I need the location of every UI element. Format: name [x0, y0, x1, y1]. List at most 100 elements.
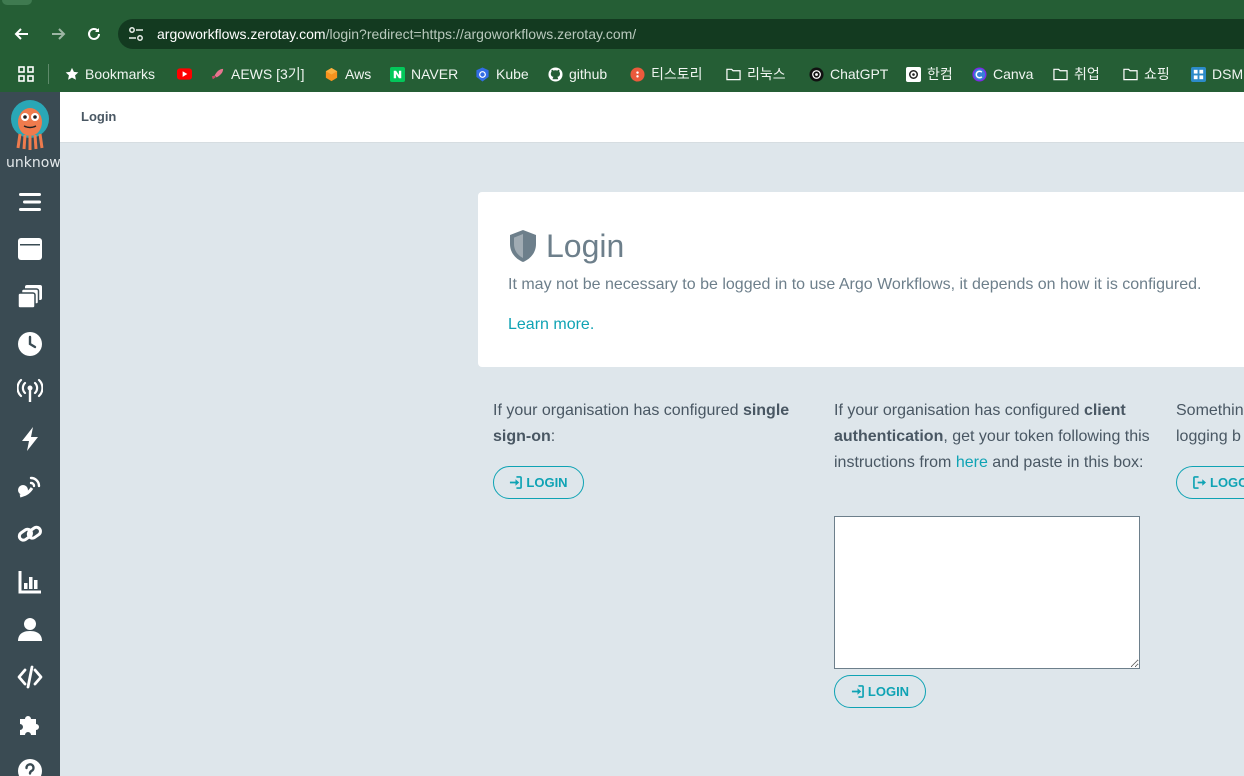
bookmark-naver[interactable]: NAVER	[390, 62, 458, 86]
plugins-icon[interactable]	[15, 709, 45, 739]
bookmark-label: github	[569, 66, 608, 82]
client-auth-text-prefix: If your organisation has configured	[834, 402, 1084, 419]
login-description: It may not be necessary to be logged in …	[508, 276, 1202, 293]
site-settings-icon[interactable]	[128, 26, 144, 42]
logout-label: LOGO	[1210, 475, 1244, 490]
back-button[interactable]	[9, 21, 35, 47]
links-icon[interactable]	[15, 519, 45, 549]
bookmark-label: Kube	[496, 66, 529, 82]
youtube-icon	[177, 67, 192, 82]
breadcrumb: Login	[81, 109, 117, 124]
bookmark-github[interactable]: github	[548, 62, 607, 86]
bookmark-bookmarks[interactable]: Bookmarks	[64, 62, 155, 86]
bookmark-label: ChatGPT	[830, 66, 889, 82]
reports-icon[interactable]	[15, 567, 45, 597]
token-login-label: LOGIN	[867, 684, 910, 699]
bookmark-dsm[interactable]: DSM	[1191, 62, 1243, 86]
bookmark-kube[interactable]: Kube	[475, 62, 529, 86]
url-path: /login?redirect=https://argoworkflows.ze…	[325, 26, 637, 42]
page-title: Login	[546, 228, 625, 264]
aws-icon	[324, 67, 339, 82]
workflows-icon[interactable]	[15, 234, 45, 264]
sso-text-suffix: :	[550, 428, 556, 445]
bookmarks-divider	[48, 64, 49, 84]
menu-icon[interactable]	[15, 187, 45, 217]
rocket-icon	[210, 67, 225, 82]
token-textarea[interactable]	[834, 516, 1140, 669]
logout-button[interactable]: LOGO	[1176, 466, 1244, 499]
app-topbar: Login	[60, 92, 1244, 143]
bookmark-aws[interactable]: Aws	[324, 62, 371, 86]
active-tab[interactable]	[0, 0, 1244, 12]
bookmark-folder-shopping[interactable]: 쇼핑	[1123, 62, 1170, 86]
browser-tab-strip	[0, 0, 1244, 12]
bookmark-hancom[interactable]: 한컴	[906, 62, 953, 86]
apps-grid-icon[interactable]	[18, 66, 34, 82]
bookmark-canva[interactable]: Canva	[972, 62, 1033, 86]
sso-login-button[interactable]: LOGIN	[493, 466, 584, 499]
argo-logo-icon[interactable]	[9, 100, 51, 150]
client-auth-text-suffix: and paste in this box:	[987, 454, 1144, 471]
bookmark-label: NAVER	[411, 66, 459, 82]
cron-workflows-icon[interactable]	[15, 329, 45, 359]
bookmark-label: 한컴	[927, 66, 953, 82]
user-icon[interactable]	[15, 614, 45, 644]
folder-icon	[726, 67, 741, 82]
sign-out-icon	[1193, 476, 1206, 489]
bookmark-label: 쇼핑	[1144, 66, 1170, 82]
address-bar[interactable]: argoworkflows.zerotay.com/login?redirect…	[118, 19, 1244, 49]
workflow-templates-icon[interactable]	[15, 282, 45, 312]
bookmark-label: DSM	[1212, 66, 1244, 82]
canva-icon	[972, 66, 987, 82]
logout-text-line1: Somethin	[1176, 402, 1244, 419]
folder-icon	[1123, 67, 1138, 82]
sso-text-prefix: If your organisation has configured	[493, 402, 743, 419]
logout-text-line2: logging b	[1176, 428, 1241, 445]
browser-toolbar: argoworkflows.zerotay.com/login?redirect…	[0, 12, 1244, 56]
naver-icon	[390, 66, 405, 82]
shield-icon	[510, 230, 536, 262]
github-icon	[548, 66, 563, 82]
sign-in-icon	[510, 476, 523, 489]
event-flow-icon[interactable]	[15, 472, 45, 502]
user-name: unknown	[6, 155, 60, 171]
event-sources-icon[interactable]	[15, 376, 45, 406]
bookmark-label: 티스토리	[651, 66, 703, 82]
tab-edge	[2, 0, 32, 5]
bookmark-label: Canva	[993, 66, 1034, 82]
sensors-icon[interactable]	[15, 424, 45, 454]
client-auth-section: If your organisation has configured clie…	[834, 398, 1154, 476]
reload-button[interactable]	[81, 21, 107, 47]
bookmark-aews[interactable]: AEWS [3기]	[210, 62, 305, 86]
bookmark-label: 취업	[1074, 66, 1100, 82]
token-login-button[interactable]: LOGIN	[834, 675, 926, 708]
url-text[interactable]: argoworkflows.zerotay.com/login?redirect…	[157, 26, 636, 42]
instructions-here-link[interactable]: here	[956, 454, 988, 471]
bookmarks-bar: Bookmarks AEWS [3기] Aws NAVER Kube githu…	[0, 56, 1244, 92]
forward-arrow-icon	[52, 28, 66, 40]
learn-more-link[interactable]: Learn more.	[508, 316, 594, 334]
url-host: argoworkflows.zerotay.com	[157, 26, 326, 42]
help-icon[interactable]	[15, 756, 45, 776]
bookmark-label: Bookmarks	[85, 66, 156, 82]
dsm-icon	[1191, 66, 1206, 82]
bookmark-youtube[interactable]	[177, 62, 192, 86]
bookmark-folder-linux[interactable]: 리눅스	[726, 62, 786, 86]
bookmark-label: 리눅스	[747, 66, 786, 82]
reload-icon	[88, 27, 100, 40]
sign-in-icon	[851, 685, 864, 698]
folder-icon	[1053, 67, 1068, 82]
app-sidebar: unknown	[0, 92, 60, 776]
sso-login-label: LOGIN	[526, 475, 568, 490]
bookmark-chatgpt[interactable]: ChatGPT	[809, 62, 888, 86]
bookmark-folder-jobs[interactable]: 취업	[1053, 62, 1100, 86]
login-heading: Login	[508, 226, 624, 266]
logout-section: Somethin logging b	[1176, 398, 1244, 450]
kubernetes-icon	[475, 66, 490, 82]
api-docs-icon[interactable]	[15, 662, 45, 692]
bookmark-label: AEWS [3기]	[231, 66, 305, 82]
bookmark-label: Aws	[345, 66, 372, 82]
bookmark-tistory[interactable]: 티스토리	[630, 62, 703, 86]
forward-button[interactable]	[45, 21, 71, 47]
back-arrow-icon	[14, 28, 28, 40]
